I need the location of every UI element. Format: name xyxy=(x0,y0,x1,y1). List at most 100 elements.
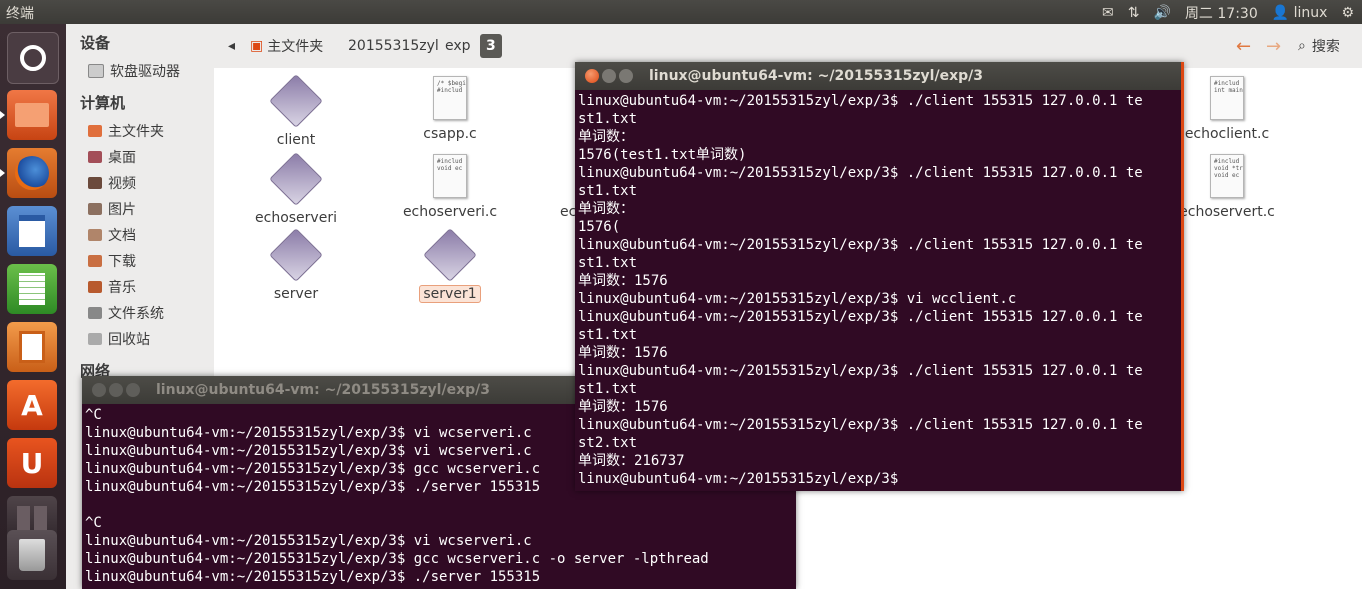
text-file-icon: #includ int main xyxy=(1207,76,1247,122)
breadcrumb-back-button[interactable]: ◂ xyxy=(222,34,241,58)
devices-header: 设备 xyxy=(80,34,111,52)
terminal-line: st1.txt xyxy=(578,111,638,127)
terminal-line: linux@ubuntu64-vm:~/20155315zyl/exp/3$ .… xyxy=(578,309,1143,325)
sidebar-item-floppy[interactable]: 软盘驱动器 xyxy=(88,60,180,82)
text-file-icon: #includ void ec xyxy=(430,154,470,200)
network-icon[interactable]: ⇅ xyxy=(1128,5,1140,21)
file-item[interactable]: #includ int main echoclient.c xyxy=(1167,76,1287,142)
videos-icon xyxy=(88,177,102,189)
breadcrumb-label: 3 xyxy=(486,38,496,54)
mail-icon[interactable]: ✉ xyxy=(1102,5,1114,21)
executable-icon xyxy=(269,74,323,128)
terminal-line: st1.txt xyxy=(578,183,638,199)
sidebar-item-label: 回收站 xyxy=(108,332,150,348)
file-item[interactable]: client xyxy=(236,74,356,148)
minimize-icon[interactable] xyxy=(109,383,123,397)
sidebar-item-documents[interactable]: 文档 xyxy=(88,224,136,246)
desktop-icon xyxy=(88,151,102,163)
files-icon[interactable] xyxy=(0,90,57,140)
sidebar-item-videos[interactable]: 视频 xyxy=(88,172,136,194)
file-preview: /* $begi #includ xyxy=(433,76,467,120)
firefox-icon[interactable] xyxy=(0,148,57,198)
terminal-window-front[interactable]: linux@ubuntu64-vm: ~/20155315zyl/exp/3 l… xyxy=(575,62,1184,491)
executable-icon xyxy=(269,152,323,206)
file-name: echoserveri.c xyxy=(402,204,498,220)
computer-header: 计算机 xyxy=(80,94,126,112)
chevron-left-icon: ◂ xyxy=(228,38,236,54)
volume-icon[interactable]: 🔊 xyxy=(1154,5,1171,21)
user-menu[interactable]: 👤 linux xyxy=(1272,5,1328,21)
downloads-icon xyxy=(88,255,102,267)
sidebar-item-trash[interactable]: 回收站 xyxy=(88,328,150,350)
terminal-line: linux@ubuntu64-vm:~/20155315zyl/exp/3$ .… xyxy=(578,363,1143,379)
breadcrumb-exp[interactable]: exp xyxy=(439,34,477,58)
file-item[interactable]: #includ void ec echoserveri.c xyxy=(390,154,510,220)
terminal-line: linux@ubuntu64-vm:~/20155315zyl/exp/3$ .… xyxy=(578,237,1143,253)
sidebar-item-label: 视频 xyxy=(108,176,136,192)
executable-icon xyxy=(269,228,323,282)
ubuntu-one-icon[interactable]: U xyxy=(7,438,57,488)
terminal-line: 单词数： xyxy=(578,129,634,145)
filesystem-icon xyxy=(88,307,102,319)
file-item[interactable]: #includ void *tr void ec echoservert.c xyxy=(1167,154,1287,220)
clock[interactable]: 周二 17:30 xyxy=(1185,3,1258,23)
terminal-line: 单词数：1576 xyxy=(578,273,668,289)
sidebar-item-pictures[interactable]: 图片 xyxy=(88,198,136,220)
documents-icon xyxy=(88,229,102,241)
maximize-icon[interactable] xyxy=(619,69,633,83)
impress-icon[interactable] xyxy=(7,322,57,372)
minimize-icon[interactable] xyxy=(602,69,616,83)
user-name: linux xyxy=(1293,5,1328,21)
terminal-title: linux@ubuntu64-vm: ~/20155315zyl/exp/3 xyxy=(649,68,983,84)
breadcrumb-3[interactable]: 3 xyxy=(480,34,502,58)
file-preview: #includ void *tr void ec xyxy=(1210,154,1244,198)
terminal-line: 1576(test1.txt单词数) xyxy=(578,147,747,163)
forward-arrow-icon[interactable]: → xyxy=(1260,34,1287,58)
terminal-line: linux@ubuntu64-vm:~/20155315zyl/exp/3$ v… xyxy=(578,291,1017,307)
sidebar-item-label: 文件系统 xyxy=(108,306,164,322)
sidebar-item-label: 文档 xyxy=(108,228,136,244)
file-item[interactable]: echoserveri xyxy=(236,152,356,226)
file-name: client xyxy=(276,132,316,148)
sidebar-item-filesystem[interactable]: 文件系统 xyxy=(88,302,164,324)
back-arrow-icon[interactable]: ← xyxy=(1230,34,1257,58)
home-folder-icon: ▣ xyxy=(250,38,264,54)
calc-icon[interactable] xyxy=(7,264,57,314)
file-name: server1 xyxy=(419,285,481,303)
file-item-selected[interactable]: server1 xyxy=(390,228,510,303)
file-item[interactable]: /* $begi #includ csapp.c xyxy=(390,76,510,142)
terminal-output[interactable]: linux@ubuntu64-vm:~/20155315zyl/exp/3$ .… xyxy=(575,90,1181,490)
launcher: A U xyxy=(0,24,66,589)
terminal-line: 单词数： xyxy=(578,201,634,217)
sidebar-item-label: 主文件夹 xyxy=(108,124,164,140)
sidebar-item-desktop[interactable]: 桌面 xyxy=(88,146,136,168)
sidebar-item-label: 音乐 xyxy=(108,280,136,296)
ubuntu-logo-icon[interactable] xyxy=(7,32,59,84)
file-preview: #includ void ec xyxy=(433,154,467,198)
pictures-icon xyxy=(88,203,102,215)
writer-icon[interactable] xyxy=(7,206,57,256)
software-center-icon[interactable]: A xyxy=(7,380,57,430)
sidebar-item-home[interactable]: 主文件夹 xyxy=(88,120,164,142)
breadcrumb-home[interactable]: ▣ 主文件夹 xyxy=(244,34,329,58)
close-icon[interactable] xyxy=(585,69,599,83)
file-name: csapp.c xyxy=(423,126,477,142)
gear-icon[interactable]: ⚙ xyxy=(1341,5,1354,21)
maximize-icon[interactable] xyxy=(126,383,140,397)
terminal-line: linux@ubuntu64-vm:~/20155315zyl/exp/3$ .… xyxy=(578,165,1143,181)
file-item[interactable]: server xyxy=(236,228,356,302)
file-name-partial[interactable]: ec xyxy=(560,204,576,220)
file-name: server xyxy=(273,286,319,302)
trash-icon[interactable] xyxy=(7,530,57,580)
sidebar-item-downloads[interactable]: 下载 xyxy=(88,250,136,272)
terminal-titlebar[interactable]: linux@ubuntu64-vm: ~/20155315zyl/exp/3 xyxy=(575,62,1181,90)
home-folder-icon xyxy=(88,125,102,137)
sidebar-item-music[interactable]: 音乐 xyxy=(88,276,136,298)
floppy-icon xyxy=(88,64,104,78)
close-icon[interactable] xyxy=(92,383,106,397)
terminal-line: st1.txt xyxy=(578,327,638,343)
search-icon: ⌕ xyxy=(1298,38,1306,54)
search-button[interactable]: ⌕ 搜索 xyxy=(1292,34,1346,58)
breadcrumb-20155315zyl[interactable]: 20155315zyl xyxy=(342,34,445,58)
